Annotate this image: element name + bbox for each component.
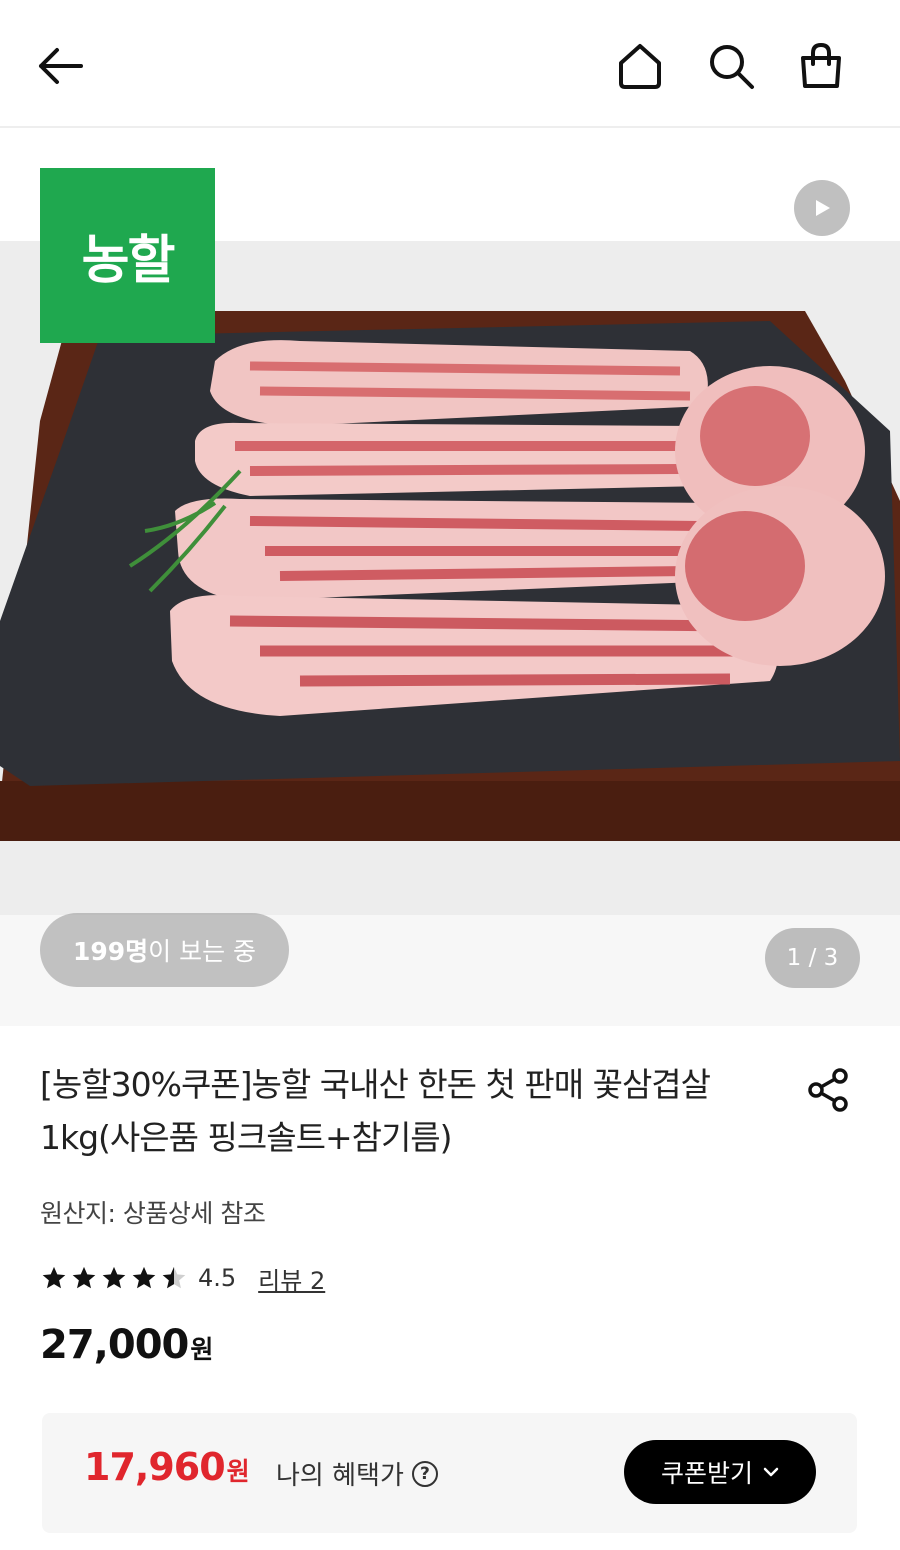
home-icon: [619, 44, 661, 89]
brand-badge: 농할: [40, 168, 215, 343]
rating-row: 4.5 리뷰 2: [40, 1260, 325, 1296]
product-title: [농할30%쿠폰]농할 국내산 한돈 첫 판매 꽃삼겹살1kg(사은품 핑크솔트…: [40, 1065, 711, 1157]
get-coupon-button[interactable]: 쿠폰받기: [624, 1440, 816, 1504]
origin-info: 원산지: 상품상세 참조: [40, 1199, 266, 1228]
star-icon: [102, 1266, 126, 1289]
help-icon[interactable]: ?: [411, 1460, 438, 1487]
shopping-bag-icon: [801, 42, 841, 88]
home-button[interactable]: [610, 36, 670, 96]
search-button[interactable]: [701, 36, 761, 96]
share-button[interactable]: [800, 1062, 856, 1118]
product-image-gallery[interactable]: 농할 199명 이 보는 중 1 / 3: [0, 128, 900, 1026]
star-rating: [40, 1264, 188, 1292]
product-price: 27,000 원: [40, 1322, 213, 1378]
share-icon: [808, 1068, 848, 1112]
image-page-indicator: 1 / 3: [765, 928, 860, 988]
star-icon: [72, 1266, 96, 1289]
price-amount: 27,000: [40, 1322, 189, 1368]
coupon-button-label: 쿠폰받기: [660, 1459, 753, 1488]
back-button[interactable]: [30, 36, 90, 96]
reviews-link[interactable]: 리뷰 2: [258, 1261, 325, 1296]
benefit-label: 나의 혜택가: [276, 1461, 404, 1491]
back-arrow-icon: [39, 48, 83, 84]
star-icon: [42, 1266, 66, 1289]
rating-value: 4.5: [198, 1264, 237, 1292]
play-icon: [816, 200, 830, 216]
benefit-price: 17,960 원: [84, 1445, 250, 1489]
benefit-price-amount: 17,960: [84, 1445, 226, 1489]
star-icon: [132, 1266, 156, 1289]
viewers-count: 199명: [72, 937, 149, 966]
search-icon: [710, 45, 754, 89]
chevron-down-icon: [763, 1467, 779, 1477]
top-app-bar: [0, 0, 900, 128]
benefit-price-currency: 원: [226, 1457, 250, 1486]
half-star-icon: [162, 1266, 186, 1289]
price-currency: 원: [190, 1335, 214, 1364]
viewers-count-badge: 199명 이 보는 중: [40, 913, 289, 987]
cart-button[interactable]: [791, 36, 851, 96]
benefit-price-box: 17,960 원 나의 혜택가 ? 쿠폰받기: [42, 1413, 857, 1533]
benefit-label-row: 나의 혜택가 ?: [276, 1455, 438, 1492]
viewers-suffix: 이 보는 중: [148, 937, 257, 966]
play-video-button[interactable]: [794, 180, 850, 236]
